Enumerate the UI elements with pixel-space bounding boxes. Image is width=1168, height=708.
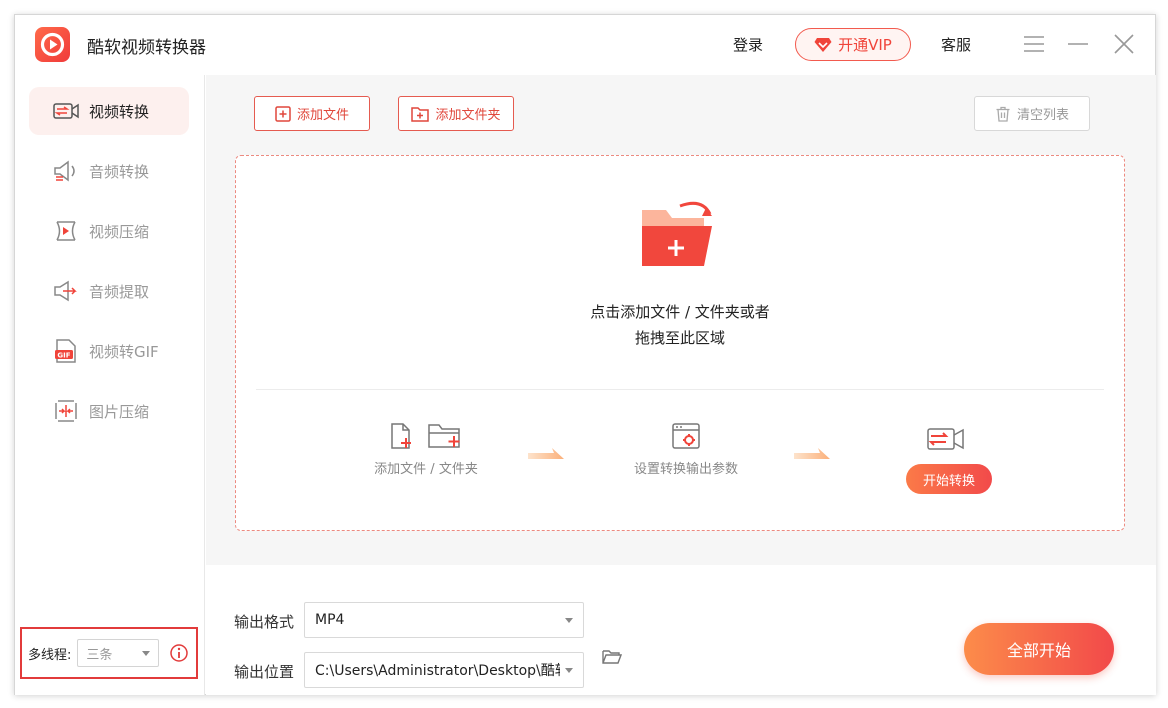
info-icon[interactable] (169, 643, 189, 663)
add-file-icon (275, 105, 291, 122)
sidebar-item-label: 视频压缩 (89, 222, 150, 241)
sidebar-item-label: 音频提取 (89, 282, 150, 301)
sidebar-item-image-compress[interactable]: 图片压缩 (29, 387, 189, 435)
output-format-label: 输出格式 (234, 613, 295, 631)
close-icon[interactable] (1113, 33, 1135, 55)
divider (256, 389, 1104, 390)
output-location-select[interactable]: C:\Users\Administrator\Desktop\酷软 (304, 652, 584, 688)
clear-list-button[interactable]: 清空列表 (974, 96, 1090, 131)
drop-hint-line2: 拖拽至此区域 (634, 329, 725, 347)
chevron-down-icon (142, 650, 151, 656)
sidebar-item-audio-extract[interactable]: 音频提取 (29, 267, 189, 315)
add-folder-icon (411, 106, 430, 122)
thread-setting: 多线程: 三条 (20, 627, 198, 679)
step-settings-label: 设置转换输出参数 (633, 462, 738, 477)
chevron-down-icon (565, 667, 573, 673)
login-link[interactable]: 登录 (733, 34, 763, 55)
arrow-right-icon (794, 448, 830, 459)
settings-window-icon (672, 423, 700, 449)
customer-service-link[interactable]: 客服 (941, 34, 971, 55)
output-format-select[interactable]: MP4 (304, 602, 584, 638)
sidebar-item-gif[interactable]: GIF 视频转GIF (29, 327, 189, 375)
drop-hint-line1: 点击添加文件 / 文件夹或者 (590, 303, 770, 321)
step-settings: 设置转换输出参数 (621, 422, 751, 477)
app-title: 酷软视频转换器 (87, 38, 206, 58)
app-window: 酷软视频转换器 登录 开通VIP 客服 视频转换 音频转换 视频压缩 音频提取 … (14, 14, 1156, 695)
diamond-icon (814, 37, 832, 52)
title-bar: 酷软视频转换器 登录 开通VIP 客服 (15, 15, 1155, 75)
folder-add-icon (428, 424, 460, 448)
gif-icon: GIF (55, 339, 76, 363)
add-folder-large-icon (642, 201, 712, 266)
main-panel: 添加文件 添加文件夹 清空列表 点击添加文件 / 文件夹或者 拖拽至此区域 添加… (206, 75, 1156, 695)
add-folder-button[interactable]: 添加文件夹 (398, 96, 514, 131)
app-logo-icon (35, 27, 70, 62)
file-add-icon (391, 423, 411, 449)
start-all-button[interactable]: 全部开始 (964, 623, 1114, 675)
audio-extract-icon (54, 280, 77, 302)
clear-list-label: 清空列表 (1016, 108, 1069, 123)
file-drop-zone[interactable]: 点击添加文件 / 文件夹或者 拖拽至此区域 添加文件 / 文件夹 设置转换输出参… (235, 155, 1125, 531)
image-compress-icon (55, 400, 77, 422)
video-compress-icon (56, 221, 76, 241)
menu-icon[interactable] (1023, 33, 1045, 55)
add-folder-label: 添加文件夹 (435, 108, 501, 123)
add-file-label: 添加文件 (296, 108, 349, 123)
sidebar-item-label: 图片压缩 (89, 402, 150, 421)
output-settings: 输出格式 MP4 输出位置 C:\Users\Administrator\Des… (206, 565, 1156, 695)
sidebar-item-label: 音频转换 (89, 162, 150, 181)
output-location-label: 输出位置 (234, 663, 295, 681)
sidebar-item-video-convert[interactable]: 视频转换 (29, 87, 189, 135)
audio-convert-icon (54, 160, 75, 182)
vip-label: 开通VIP (838, 36, 892, 54)
sidebar-item-audio-convert[interactable]: 音频转换 (29, 147, 189, 195)
video-convert-step-icon (927, 428, 964, 450)
sidebar-item-video-compress[interactable]: 视频压缩 (29, 207, 189, 255)
sidebar-item-label: 视频转GIF (89, 342, 159, 361)
output-format-value: MP4 (315, 612, 345, 628)
vip-button[interactable]: 开通VIP (795, 28, 911, 61)
video-convert-icon (53, 103, 79, 119)
arrow-right-icon (528, 448, 564, 459)
thread-count-select[interactable]: 三条 (77, 639, 160, 667)
sidebar-item-label: 视频转换 (89, 102, 150, 121)
minimize-icon[interactable] (1067, 33, 1089, 55)
start-convert-step-button[interactable]: 开始转换 (906, 464, 992, 494)
output-location-value: C:\Users\Administrator\Desktop\酷软 (315, 663, 560, 679)
chevron-down-icon (565, 617, 573, 623)
svg-text:GIF: GIF (57, 352, 70, 360)
sidebar: 视频转换 音频转换 视频压缩 音频提取 GIF 视频转GIF 图片压缩 多线程:… (15, 75, 205, 695)
trash-icon (996, 106, 1010, 122)
thread-count-value: 三条 (86, 647, 113, 663)
step-add-label: 添加文件 / 文件夹 (374, 462, 478, 477)
add-file-button[interactable]: 添加文件 (254, 96, 370, 131)
step-add: 添加文件 / 文件夹 (366, 422, 486, 477)
thread-label: 多线程: (28, 647, 72, 663)
open-folder-icon[interactable] (602, 649, 622, 665)
